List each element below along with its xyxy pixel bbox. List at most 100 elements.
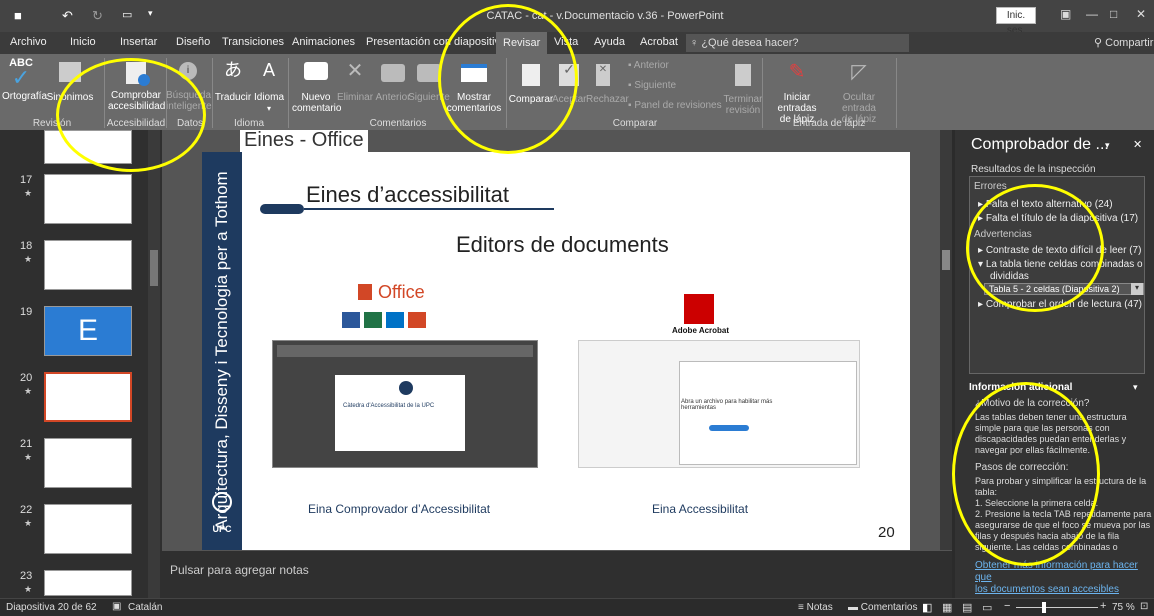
share-label: Compartir bbox=[1105, 37, 1154, 49]
tab-insertar[interactable]: Insertar bbox=[120, 36, 157, 48]
next-change-button[interactable]: ▪ Siguiente bbox=[628, 80, 676, 91]
share-button[interactable]: ⚲ Compartir bbox=[1094, 36, 1153, 49]
minimize-button[interactable]: — bbox=[1086, 7, 1098, 21]
lightbulb-icon: ♀ bbox=[690, 37, 702, 49]
slide-count: Diapositiva 20 de 62 bbox=[6, 602, 97, 613]
maximize-button[interactable]: □ bbox=[1110, 7, 1117, 21]
adobe-label: Adobe Acrobat bbox=[672, 326, 730, 335]
person-icon: ⚲ bbox=[1094, 37, 1106, 49]
slide-thumbnail-22[interactable] bbox=[44, 504, 132, 554]
save-icon[interactable]: ■ bbox=[14, 8, 22, 23]
notes-button-label: Notas bbox=[806, 602, 833, 613]
next-change-label: Siguiente bbox=[634, 80, 677, 91]
customize-icon[interactable]: ▾ bbox=[148, 8, 153, 19]
tab-transiciones[interactable]: Transiciones bbox=[222, 36, 284, 48]
slide-thumbnail-21[interactable] bbox=[44, 438, 132, 488]
heading-underline bbox=[304, 208, 554, 210]
check-icon: ✓ bbox=[11, 65, 31, 90]
notes-pane[interactable]: Pulsar para agregar notas bbox=[162, 550, 952, 598]
slide-scrollbar[interactable] bbox=[940, 130, 952, 550]
tell-me-input[interactable]: ♀ ¿Qué desea hacer? bbox=[686, 34, 909, 52]
office-icon bbox=[358, 284, 372, 300]
tab-acrobat[interactable]: Acrobat bbox=[640, 36, 678, 48]
ribbon-tabs: Archivo Inicio Insertar Diseño Transicio… bbox=[0, 32, 1154, 54]
slide-number-21: 21 bbox=[20, 438, 33, 450]
undo-icon[interactable]: ↶ bbox=[62, 8, 73, 24]
tell-me-placeholder: ¿Qué desea hacer? bbox=[701, 37, 799, 49]
zoom-out-icon[interactable]: − bbox=[1004, 600, 1010, 612]
delete-comment-button[interactable]: ✕ Eliminar bbox=[336, 58, 374, 103]
translate-label: Traducir bbox=[214, 92, 252, 103]
outlook-icon bbox=[386, 312, 404, 328]
zoom-in-icon[interactable]: + bbox=[1100, 600, 1106, 612]
start-inking-button[interactable]: ✎ Iniciar entradas de lápiz bbox=[764, 58, 830, 125]
highlight-circle-results bbox=[966, 184, 1104, 312]
dropdown-icon: ▾ bbox=[266, 104, 271, 113]
spelling-label: Ortografía bbox=[2, 91, 48, 102]
title-bar: ■ ↶ ↻ ▭ ▾ CATAC - cat - v.Documentacio v… bbox=[0, 0, 1154, 36]
link-line: los documentos sean accesibles bbox=[975, 584, 1119, 595]
current-slide[interactable]: Arquitectura, Disseny i Tecnologia per a… bbox=[202, 152, 910, 550]
more-info-link[interactable]: Obtener más información para hacer que l… bbox=[975, 560, 1154, 596]
close-button[interactable]: ✕ bbox=[1136, 7, 1146, 21]
slide-heading: Eines d’accessibilitat bbox=[306, 182, 509, 207]
new-comment-label-2: comentario bbox=[292, 103, 342, 114]
notes-button[interactable]: ≡ Notas bbox=[798, 602, 833, 613]
slideshow-icon[interactable]: ▭ bbox=[982, 601, 992, 614]
slide-thumbnail-17[interactable] bbox=[44, 174, 132, 224]
language-status-icon[interactable]: ▣ bbox=[112, 601, 121, 612]
signin-button[interactable]: Inic. ses. bbox=[996, 7, 1036, 36]
slide-thumbnail-20[interactable] bbox=[44, 372, 132, 422]
spelling-button[interactable]: ABC ✓ Ortografía bbox=[2, 58, 48, 103]
end-review-button[interactable]: Terminar revisión bbox=[720, 58, 766, 116]
slide-number-18: 18 bbox=[20, 240, 33, 252]
acrobat-message: Abra un archivo para habilitar más herra… bbox=[681, 399, 773, 411]
slide-sorter-icon[interactable]: ▦ bbox=[942, 601, 952, 614]
zoom-slider[interactable] bbox=[1016, 607, 1098, 608]
tab-inicio[interactable]: Inicio bbox=[70, 36, 96, 48]
link-line: Obtener más información para hacer que bbox=[975, 560, 1138, 583]
revisions-pane-button[interactable]: ▪ Panel de revisiones bbox=[628, 100, 722, 111]
language-button[interactable]: A Idioma ▾ bbox=[254, 58, 284, 114]
notes-icon: ≡ bbox=[798, 602, 807, 613]
thumbnail-scrollbar[interactable] bbox=[148, 130, 160, 598]
present-icon[interactable]: ▭ bbox=[122, 8, 132, 21]
chevron-down-icon[interactable]: ▾ bbox=[1131, 283, 1143, 295]
end-review-label-2: revisión bbox=[725, 105, 761, 116]
hide-ink-button[interactable]: ◸ Ocultar entrada de lápiz bbox=[826, 58, 892, 125]
comment-plus-icon bbox=[304, 62, 328, 80]
slide-thumbnail-23[interactable] bbox=[44, 570, 132, 596]
zoom-level[interactable]: 75 % bbox=[1112, 602, 1135, 613]
normal-view-icon[interactable]: ◧ bbox=[922, 601, 932, 614]
reject-button[interactable]: ✕ Rechazar bbox=[586, 58, 629, 105]
comments-button[interactable]: ▬ Comentarios bbox=[848, 602, 917, 613]
tab-archivo[interactable]: Archivo bbox=[10, 36, 47, 48]
tab-ayuda[interactable]: Ayuda bbox=[594, 36, 625, 48]
right-caption: Eina Accessibilitat bbox=[652, 502, 749, 516]
excel-icon bbox=[364, 312, 382, 328]
tab-animaciones[interactable]: Animaciones bbox=[292, 36, 355, 48]
separator bbox=[762, 58, 763, 128]
slide-thumbnail-18[interactable] bbox=[44, 240, 132, 290]
delete-comment-icon: ✕ bbox=[346, 60, 364, 82]
redo-icon[interactable]: ↻ bbox=[92, 8, 103, 24]
fit-slide-icon[interactable]: ⊡ bbox=[1140, 601, 1148, 612]
scrollbar-thumb[interactable] bbox=[942, 250, 950, 270]
animation-star-icon: ★ bbox=[24, 584, 33, 594]
pane-close-icon[interactable]: ✕ bbox=[1133, 138, 1142, 151]
new-comment-button[interactable]: Nuevo comentario bbox=[292, 58, 342, 114]
scrollbar-thumb[interactable] bbox=[150, 250, 158, 286]
ribbon-options-icon[interactable]: ▣ bbox=[1060, 7, 1071, 21]
previous-change-button[interactable]: ▪ Anterior bbox=[628, 60, 669, 71]
animation-star-icon: ★ bbox=[24, 518, 33, 528]
zoom-slider-thumb[interactable] bbox=[1042, 602, 1046, 613]
reading-view-icon[interactable]: ▤ bbox=[962, 601, 972, 614]
tab-diseno[interactable]: Diseño bbox=[176, 36, 210, 48]
language-status[interactable]: Catalán bbox=[128, 602, 162, 613]
slide-thumbnail-19[interactable]: E bbox=[44, 306, 132, 356]
upc-chair-text: Càtedra d'Accessibilitat de la UPC bbox=[343, 403, 435, 409]
upc-logo: UPC bbox=[212, 524, 232, 534]
pane-options-icon[interactable]: ▾ bbox=[1105, 140, 1110, 151]
info-collapse-icon[interactable]: ▾ bbox=[1133, 382, 1138, 393]
translate-button[interactable]: あ Traducir bbox=[214, 58, 252, 103]
